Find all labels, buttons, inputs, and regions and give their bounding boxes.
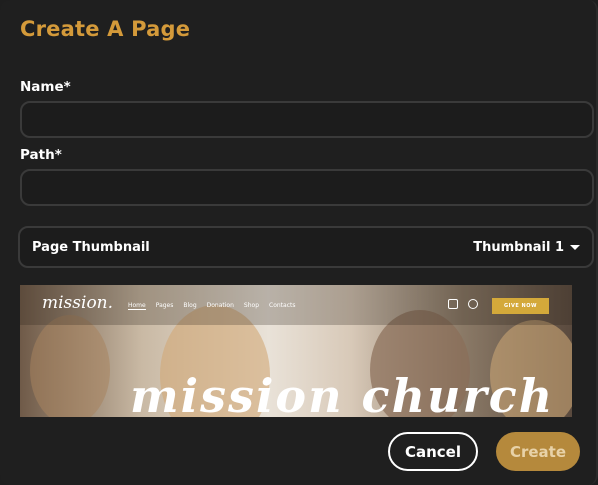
thumbnail-dropdown[interactable]: Thumbnail 1 [473, 240, 580, 255]
preview-give-button: GIVE NOW [492, 298, 549, 314]
thumbnail-label: Page Thumbnail [32, 239, 150, 255]
preview-nav-link: Contacts [269, 302, 296, 309]
name-input[interactable] [20, 101, 594, 138]
caret-down-icon [570, 244, 580, 250]
preview-nav-link: Pages [155, 302, 174, 309]
thumbnail-selected-value: Thumbnail 1 [473, 239, 564, 255]
cancel-button[interactable]: Cancel [388, 432, 478, 471]
preview-nav-icons [448, 299, 478, 309]
create-button[interactable]: Create [496, 432, 580, 471]
preview-nav-link: Donation [206, 302, 234, 309]
preview-logo: mission. [42, 293, 114, 313]
preview-nav-links: Home Pages Blog Donation Shop Contacts [128, 302, 295, 310]
search-icon [468, 299, 478, 309]
preview-nav-link: Home [128, 302, 146, 310]
path-input[interactable] [20, 169, 594, 206]
thumbnail-preview: mission. Home Pages Blog Donation Shop C… [20, 285, 572, 417]
dialog-title: Create A Page [20, 17, 191, 41]
name-label: Name* [20, 79, 71, 95]
preview-navbar: mission. Home Pages Blog Donation Shop C… [20, 285, 572, 325]
preview-person-shape [30, 315, 110, 417]
preview-nav-link: Shop [243, 302, 259, 309]
bag-icon [448, 299, 458, 309]
preview-nav-link: Blog [183, 302, 197, 309]
thumbnail-select[interactable]: Page Thumbnail Thumbnail 1 [18, 226, 594, 268]
path-label: Path* [20, 147, 62, 163]
create-page-dialog: Create A Page Name* Path* Page Thumbnail… [0, 0, 598, 485]
preview-headline: mission church [130, 369, 555, 417]
